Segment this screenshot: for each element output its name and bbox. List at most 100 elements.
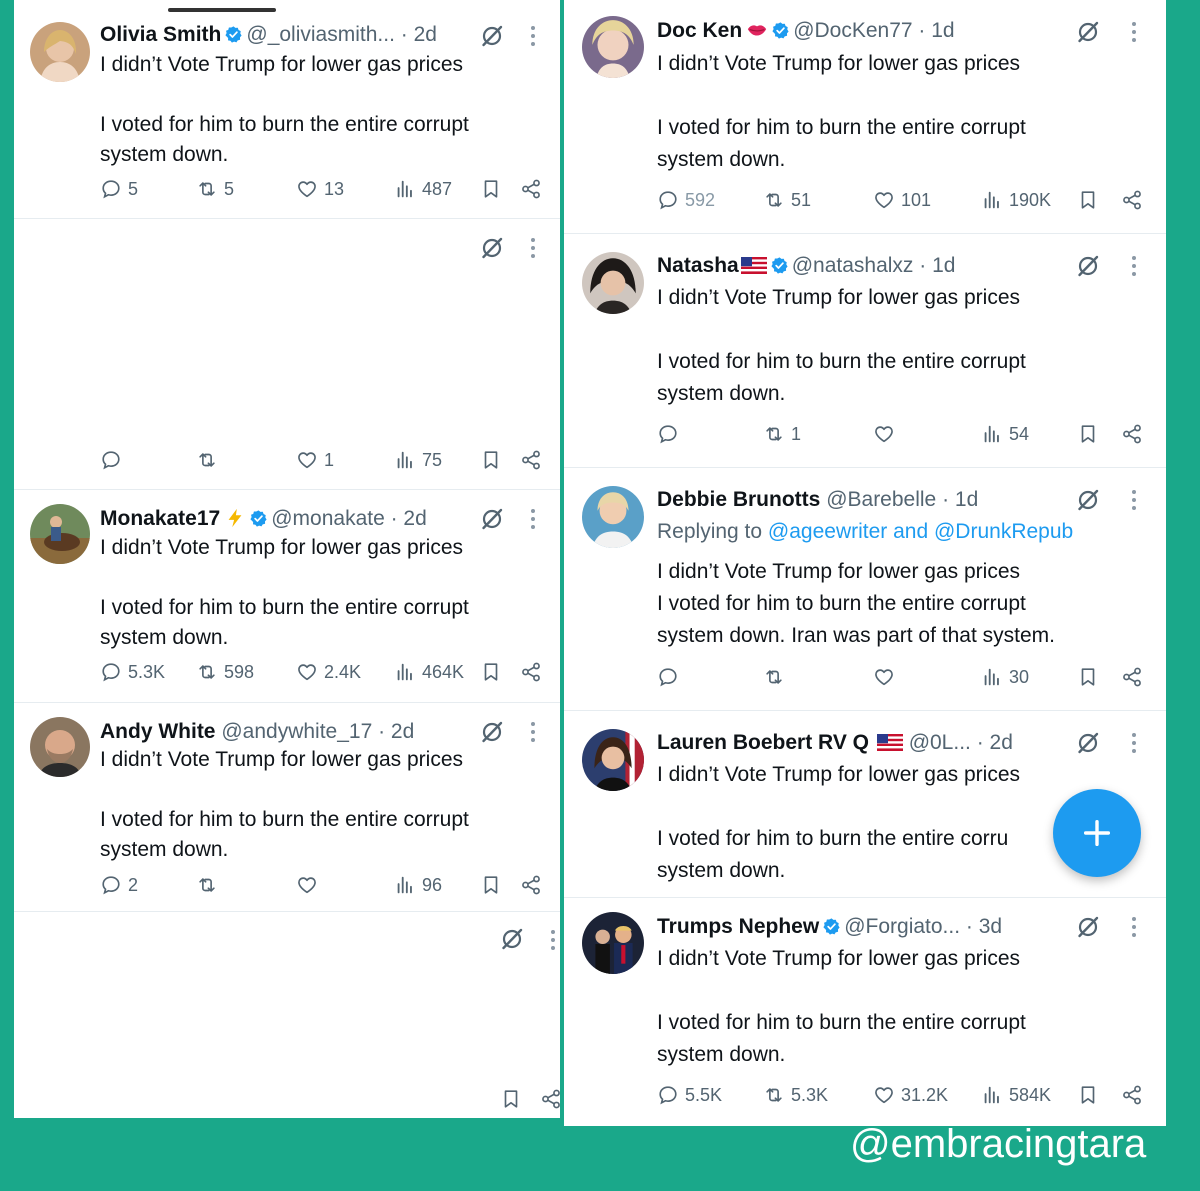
grok-icon[interactable] xyxy=(1076,731,1100,755)
views-button[interactable]: 75 xyxy=(394,449,442,471)
repost-button[interactable]: 5 xyxy=(196,178,234,200)
timestamp[interactable]: · 2d xyxy=(401,23,437,46)
avatar[interactable] xyxy=(582,486,644,548)
display-name[interactable]: Andy White xyxy=(100,720,216,743)
display-name[interactable]: Olivia Smith xyxy=(100,23,221,46)
more-icon[interactable] xyxy=(1131,21,1137,43)
bookmark-button[interactable] xyxy=(1077,666,1099,688)
timestamp[interactable]: · 3d xyxy=(966,915,1002,938)
views-button[interactable]: 584K xyxy=(981,1084,1051,1106)
handle[interactable]: @natashalxz xyxy=(792,254,914,277)
views-button[interactable]: 464K xyxy=(394,661,464,683)
avatar[interactable] xyxy=(582,729,644,791)
repost-button[interactable] xyxy=(196,874,224,896)
more-icon[interactable] xyxy=(1131,255,1137,277)
reply-button[interactable]: 5 xyxy=(100,178,138,200)
display-name[interactable]: Lauren Boebert RV Q xyxy=(657,731,869,754)
avatar[interactable] xyxy=(582,16,644,78)
avatar[interactable] xyxy=(582,912,644,974)
more-icon[interactable] xyxy=(550,929,556,951)
reply-button[interactable] xyxy=(100,449,128,471)
more-icon[interactable] xyxy=(530,508,536,530)
bookmark-button[interactable] xyxy=(480,874,502,896)
grok-icon[interactable] xyxy=(1076,254,1100,278)
views-button[interactable]: 487 xyxy=(394,178,452,200)
grok-icon[interactable] xyxy=(1076,915,1100,939)
like-button[interactable] xyxy=(296,874,324,896)
handle[interactable]: @Barebelle xyxy=(826,488,936,511)
compose-button[interactable] xyxy=(1053,789,1141,877)
timestamp[interactable]: · 2d xyxy=(977,731,1013,754)
share-button[interactable] xyxy=(1121,1084,1143,1106)
timestamp[interactable]: · 1d xyxy=(942,488,978,511)
bookmark-button[interactable] xyxy=(1077,1084,1099,1106)
more-icon[interactable] xyxy=(530,721,536,743)
more-icon[interactable] xyxy=(1131,489,1137,511)
avatar[interactable] xyxy=(30,504,90,564)
reply-mentions-link[interactable]: @ageewriter and @DrunkRepub xyxy=(768,520,1073,543)
like-button[interactable] xyxy=(873,666,901,688)
grok-icon[interactable] xyxy=(500,927,524,951)
views-button[interactable]: 190K xyxy=(981,189,1051,211)
display-name[interactable]: Debbie Brunotts xyxy=(657,488,820,511)
reply-button[interactable]: 592 xyxy=(657,189,715,211)
share-button[interactable] xyxy=(520,449,542,471)
views-button[interactable]: 54 xyxy=(981,423,1029,445)
bookmark-button[interactable] xyxy=(480,449,502,471)
handle[interactable]: @monakate xyxy=(271,507,385,530)
reply-button[interactable]: 5.3K xyxy=(100,661,165,683)
like-button[interactable] xyxy=(873,423,901,445)
repost-button[interactable]: 5.3K xyxy=(763,1084,828,1106)
like-button[interactable]: 31.2K xyxy=(873,1084,948,1106)
reply-button[interactable]: 5.5K xyxy=(657,1084,722,1106)
handle[interactable]: @_oliviasmith... xyxy=(246,23,395,46)
like-button[interactable]: 13 xyxy=(296,178,344,200)
reply-button[interactable] xyxy=(657,666,685,688)
share-button[interactable] xyxy=(1121,666,1143,688)
views-button[interactable]: 96 xyxy=(394,874,442,896)
timestamp[interactable]: · 1d xyxy=(918,19,954,42)
reply-button[interactable] xyxy=(657,423,685,445)
share-button[interactable] xyxy=(540,1088,560,1110)
share-button[interactable] xyxy=(520,178,542,200)
repost-button[interactable]: 1 xyxy=(763,423,801,445)
grok-icon[interactable] xyxy=(480,236,504,260)
display-name[interactable]: Natasha xyxy=(657,254,739,277)
share-button[interactable] xyxy=(520,874,542,896)
grok-icon[interactable] xyxy=(480,507,504,531)
more-icon[interactable] xyxy=(1131,732,1137,754)
display-name[interactable]: Trumps Nephew xyxy=(657,915,819,938)
reply-button[interactable]: 2 xyxy=(100,874,138,896)
more-icon[interactable] xyxy=(530,25,536,47)
more-icon[interactable] xyxy=(530,237,536,259)
share-button[interactable] xyxy=(520,661,542,683)
avatar[interactable] xyxy=(30,22,90,82)
bookmark-button[interactable] xyxy=(480,661,502,683)
bookmark-button[interactable] xyxy=(1077,423,1099,445)
grok-icon[interactable] xyxy=(480,720,504,744)
share-button[interactable] xyxy=(1121,423,1143,445)
handle[interactable]: @0L... xyxy=(909,731,971,754)
views-button[interactable]: 30 xyxy=(981,666,1029,688)
grok-icon[interactable] xyxy=(1076,20,1100,44)
grok-icon[interactable] xyxy=(1076,488,1100,512)
timestamp[interactable]: · 1d xyxy=(919,254,955,277)
avatar[interactable] xyxy=(30,717,90,777)
more-icon[interactable] xyxy=(1131,916,1137,938)
grok-icon[interactable] xyxy=(480,24,504,48)
repost-button[interactable]: 598 xyxy=(196,661,254,683)
handle[interactable]: @Forgiato... xyxy=(844,915,960,938)
handle[interactable]: @andywhite_17 xyxy=(221,720,372,743)
share-button[interactable] xyxy=(1121,189,1143,211)
timestamp[interactable]: · 2d xyxy=(391,507,427,530)
bookmark-button[interactable] xyxy=(500,1088,522,1110)
timestamp[interactable]: · 2d xyxy=(378,720,414,743)
like-button[interactable]: 1 xyxy=(296,449,334,471)
bookmark-button[interactable] xyxy=(480,178,502,200)
handle[interactable]: @DocKen77 xyxy=(793,19,912,42)
like-button[interactable]: 101 xyxy=(873,189,931,211)
display-name[interactable]: Monakate17 xyxy=(100,507,220,530)
like-button[interactable]: 2.4K xyxy=(296,661,361,683)
bookmark-button[interactable] xyxy=(1077,189,1099,211)
display-name[interactable]: Doc Ken xyxy=(657,19,742,42)
